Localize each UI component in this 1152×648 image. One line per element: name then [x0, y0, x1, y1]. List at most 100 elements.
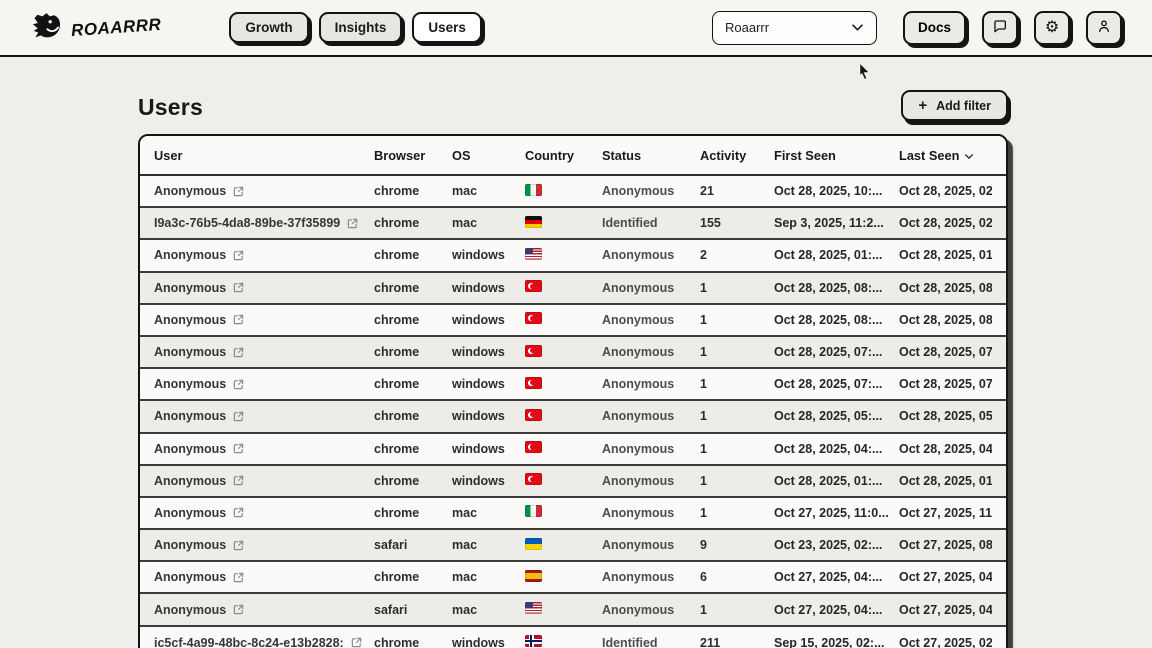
nav-tab-insights[interactable]: Insights: [319, 12, 403, 43]
workspace-select[interactable]: Roaarrr: [712, 11, 877, 45]
user-link[interactable]: Anonymous: [154, 506, 226, 520]
external-link-icon[interactable]: [233, 572, 244, 583]
external-link-icon[interactable]: [233, 282, 244, 293]
external-link-icon[interactable]: [347, 218, 358, 229]
flag-usa-icon: [525, 602, 542, 614]
user-link[interactable]: ic5cf-4a99-48bc-8c24-e13b2828:: [154, 636, 344, 648]
docs-button[interactable]: Docs: [903, 11, 966, 45]
status-cell: Anonymous: [602, 603, 700, 617]
os-cell: windows: [452, 313, 525, 327]
column-header-os[interactable]: OS: [452, 148, 525, 163]
column-header-last-seen[interactable]: Last Seen: [899, 148, 992, 163]
user-link[interactable]: Anonymous: [154, 184, 226, 198]
browser-cell: chrome: [374, 216, 452, 230]
browser-cell: chrome: [374, 345, 452, 359]
user-link[interactable]: Anonymous: [154, 313, 226, 327]
browser-cell: chrome: [374, 248, 452, 262]
user-link[interactable]: Anonymous: [154, 377, 226, 391]
user-link[interactable]: I9a3c-76b5-4da8-89be-37f35899: [154, 216, 340, 230]
table-row[interactable]: Anonymous safari mac Anonymous 9 Oct 23,…: [140, 530, 1006, 562]
settings-button[interactable]: ⚙: [1034, 11, 1070, 45]
table-row[interactable]: Anonymous safari mac Anonymous 1 Oct 27,…: [140, 594, 1006, 626]
last-seen-cell: Oct 27, 2025, 02:...: [899, 636, 992, 648]
workspace-selected-value: Roaarrr: [725, 20, 769, 35]
column-header-user[interactable]: User: [154, 148, 374, 163]
column-header-browser[interactable]: Browser: [374, 148, 452, 163]
activity-cell: 211: [700, 636, 774, 648]
external-link-icon[interactable]: [233, 186, 244, 197]
feedback-button[interactable]: [982, 11, 1018, 45]
external-link-icon[interactable]: [233, 540, 244, 551]
last-seen-cell: Oct 27, 2025, 04:...: [899, 570, 992, 584]
main-content: Users + Add filter User Browser OS Count…: [0, 57, 1152, 648]
first-seen-cell: Sep 15, 2025, 02:...: [774, 636, 899, 648]
first-seen-cell: Oct 27, 2025, 04:...: [774, 570, 899, 584]
user-link[interactable]: Anonymous: [154, 345, 226, 359]
column-header-first-seen[interactable]: First Seen: [774, 148, 899, 163]
activity-cell: 1: [700, 474, 774, 488]
last-seen-cell: Oct 27, 2025, 11:0...: [899, 506, 992, 520]
external-link-icon[interactable]: [233, 314, 244, 325]
table-row[interactable]: Anonymous chrome mac Anonymous 1 Oct 27,…: [140, 498, 1006, 530]
user-link[interactable]: Anonymous: [154, 409, 226, 423]
add-filter-button[interactable]: + Add filter: [901, 90, 1008, 121]
page-title: Users: [138, 94, 203, 121]
external-link-icon[interactable]: [233, 411, 244, 422]
user-link[interactable]: Anonymous: [154, 603, 226, 617]
nav-tab-users[interactable]: Users: [412, 12, 482, 43]
column-header-activity[interactable]: Activity: [700, 148, 774, 163]
status-cell: Anonymous: [602, 474, 700, 488]
user-link[interactable]: Anonymous: [154, 474, 226, 488]
column-header-status[interactable]: Status: [602, 148, 700, 163]
os-cell: mac: [452, 538, 525, 552]
last-seen-cell: Oct 28, 2025, 02:...: [899, 184, 992, 198]
table-row[interactable]: Anonymous chrome windows Anonymous 1 Oct…: [140, 401, 1006, 433]
user-link[interactable]: Anonymous: [154, 281, 226, 295]
user-link[interactable]: Anonymous: [154, 442, 226, 456]
roaring-cat-icon: [30, 9, 63, 47]
status-cell: Anonymous: [602, 570, 700, 584]
last-seen-cell: Oct 28, 2025, 07:...: [899, 345, 992, 359]
external-link-icon[interactable]: [233, 475, 244, 486]
os-cell: mac: [452, 570, 525, 584]
user-link[interactable]: Anonymous: [154, 538, 226, 552]
table-row[interactable]: I9a3c-76b5-4da8-89be-37f35899 chrome mac…: [140, 208, 1006, 240]
table-row[interactable]: Anonymous chrome windows Anonymous 2 Oct…: [140, 240, 1006, 272]
table-row[interactable]: ic5cf-4a99-48bc-8c24-e13b2828: chrome wi…: [140, 627, 1006, 648]
add-filter-label: Add filter: [936, 99, 991, 113]
table-row[interactable]: Anonymous chrome windows Anonymous 1 Oct…: [140, 305, 1006, 337]
first-seen-cell: Oct 28, 2025, 05:...: [774, 409, 899, 423]
activity-cell: 1: [700, 442, 774, 456]
table-row[interactable]: Anonymous chrome windows Anonymous 1 Oct…: [140, 466, 1006, 498]
activity-cell: 1: [700, 603, 774, 617]
table-row[interactable]: Anonymous chrome mac Anonymous 21 Oct 28…: [140, 176, 1006, 208]
table-row[interactable]: Anonymous chrome windows Anonymous 1 Oct…: [140, 369, 1006, 401]
browser-cell: chrome: [374, 184, 452, 198]
external-link-icon[interactable]: [233, 347, 244, 358]
browser-cell: safari: [374, 603, 452, 617]
column-header-country[interactable]: Country: [525, 148, 602, 163]
first-seen-cell: Oct 28, 2025, 04:...: [774, 442, 899, 456]
external-link-icon[interactable]: [233, 250, 244, 261]
external-link-icon[interactable]: [233, 507, 244, 518]
external-link-icon[interactable]: [351, 637, 362, 648]
external-link-icon[interactable]: [233, 379, 244, 390]
table-row[interactable]: Anonymous chrome windows Anonymous 1 Oct…: [140, 434, 1006, 466]
external-link-icon[interactable]: [233, 604, 244, 615]
account-button[interactable]: [1086, 11, 1122, 45]
status-cell: Anonymous: [602, 442, 700, 456]
chat-bubble-icon: [992, 18, 1008, 37]
user-link[interactable]: Anonymous: [154, 248, 226, 262]
user-link[interactable]: Anonymous: [154, 570, 226, 584]
os-cell: windows: [452, 248, 525, 262]
nav-tab-growth[interactable]: Growth: [229, 12, 308, 43]
table-row[interactable]: Anonymous chrome windows Anonymous 1 Oct…: [140, 273, 1006, 305]
last-seen-cell: Oct 27, 2025, 08:...: [899, 538, 992, 552]
sort-chevron-down-icon: [964, 148, 974, 163]
table-row[interactable]: Anonymous chrome windows Anonymous 1 Oct…: [140, 337, 1006, 369]
os-cell: mac: [452, 184, 525, 198]
table-row[interactable]: Anonymous chrome mac Anonymous 6 Oct 27,…: [140, 562, 1006, 594]
os-cell: mac: [452, 603, 525, 617]
external-link-icon[interactable]: [233, 443, 244, 454]
brand[interactable]: ROAARRR: [30, 9, 161, 47]
